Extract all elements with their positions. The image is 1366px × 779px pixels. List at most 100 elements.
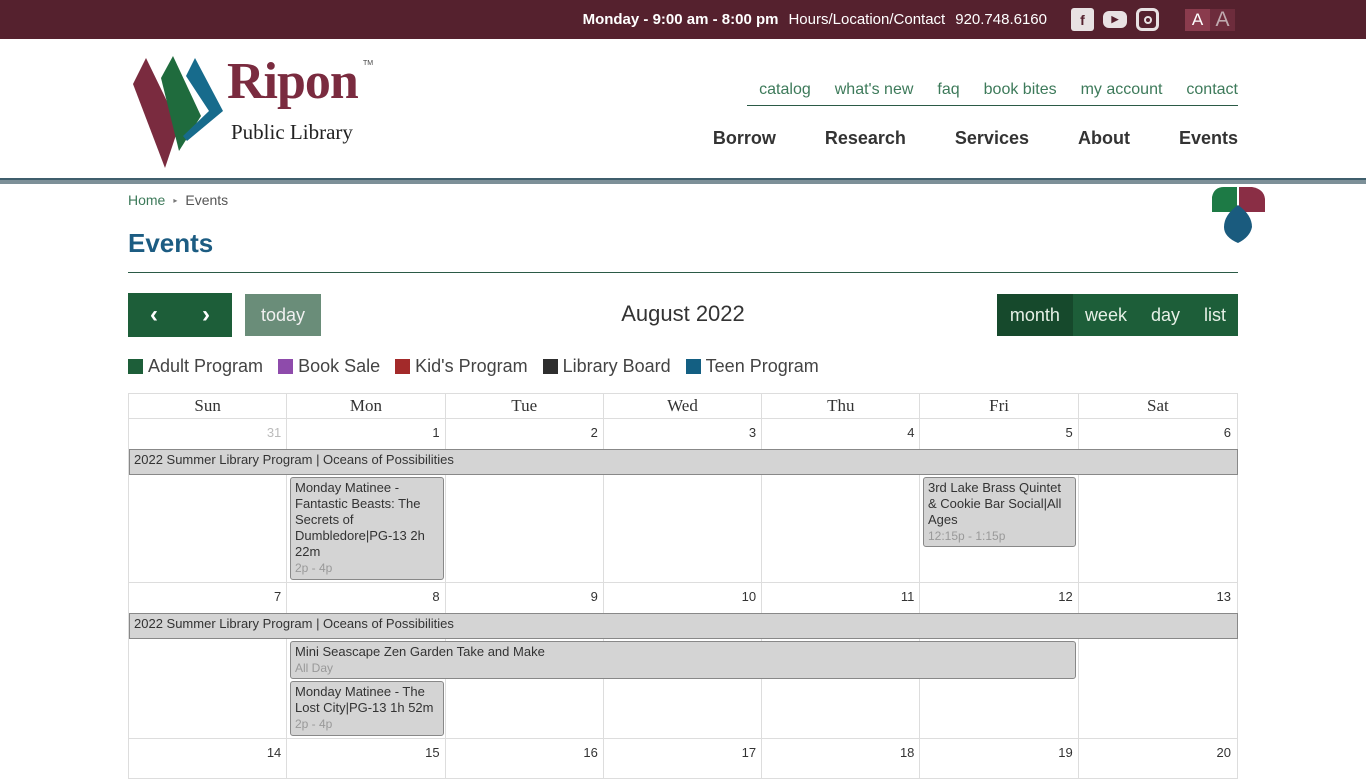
site-header: Ripon TM Public Library catalog what's n… <box>0 39 1366 184</box>
event-monday-matinee[interactable]: Monday Matinee - Fantastic Beasts: The S… <box>290 477 444 580</box>
font-size-small-button[interactable]: A <box>1185 8 1210 31</box>
legend-item: Kid's Program <box>395 356 528 377</box>
utility-nav-faq[interactable]: faq <box>937 81 959 99</box>
legend-swatch-icon <box>542 359 558 374</box>
view-switcher: month week day list <box>996 294 1238 336</box>
legend-label: Teen Program <box>705 356 819 376</box>
utility-nav: catalog what's new faq book bites my acc… <box>747 81 1238 106</box>
main-content: Home ▸ Events Events ‹ › today August 20… <box>0 180 1366 779</box>
day-header: Sun <box>129 394 288 418</box>
event-brass-quintet[interactable]: 3rd Lake Brass Quintet & Cookie Bar Soci… <box>923 477 1076 547</box>
main-nav-services[interactable]: Services <box>955 128 1029 149</box>
hours-today: Monday - 9:00 am - 8:00 pm <box>582 11 779 28</box>
week-row: 7 8 9 10 11 12 13 2022 Summer Library Pr… <box>128 583 1238 739</box>
legend-swatch-icon <box>395 359 411 374</box>
legend-swatch-icon <box>685 359 701 374</box>
day-number[interactable]: 1 <box>287 419 445 449</box>
month-calendar: Sun Mon Tue Wed Thu Fri Sat 31 1 2 3 4 5… <box>128 393 1238 779</box>
day-number[interactable]: 7 <box>129 583 287 613</box>
day-number[interactable]: 6 <box>1079 419 1237 449</box>
event-time: 2p - 4p <box>295 717 333 731</box>
event-title: Mini Seascape Zen Garden Take and Make <box>295 644 545 659</box>
event-summer-library-program[interactable]: 2022 Summer Library Program | Oceans of … <box>129 449 1238 475</box>
event-title: Monday Matinee - Fantastic Beasts: The S… <box>295 480 425 559</box>
day-number[interactable]: 13 <box>1079 583 1237 613</box>
day-number[interactable]: 15 <box>287 739 445 769</box>
legend-label: Kid's Program <box>415 356 528 376</box>
logo-tm: TM <box>363 60 374 67</box>
main-nav-borrow[interactable]: Borrow <box>713 128 776 149</box>
breadcrumb: Home ▸ Events <box>128 180 1238 208</box>
youtube-icon[interactable]: ▶ <box>1103 11 1127 28</box>
main-nav-events[interactable]: Events <box>1179 128 1238 149</box>
event-time: 2p - 4p <box>295 561 333 575</box>
day-number[interactable]: 14 <box>129 739 287 769</box>
view-day-button[interactable]: day <box>1139 294 1192 336</box>
event-time: All Day <box>295 661 334 675</box>
event-title: 3rd Lake Brass Quintet & Cookie Bar Soci… <box>928 480 1062 527</box>
event-title: 2022 Summer Library Program | Oceans of … <box>134 452 454 467</box>
event-summer-library-program[interactable]: 2022 Summer Library Program | Oceans of … <box>129 613 1238 639</box>
utility-nav-catalog[interactable]: catalog <box>759 81 811 99</box>
legend-item: Adult Program <box>128 356 263 377</box>
leaf-decoration-icon <box>1212 187 1265 243</box>
main-nav-about[interactable]: About <box>1078 128 1130 149</box>
breadcrumb-current: Events <box>185 192 229 208</box>
day-number[interactable]: 31 <box>129 419 287 449</box>
calendar-toolbar: ‹ › today August 2022 month week day lis… <box>128 293 1238 337</box>
day-number[interactable]: 18 <box>762 739 920 769</box>
hours-location-contact-link[interactable]: Hours/Location/Contact <box>788 11 945 28</box>
day-number[interactable]: 19 <box>920 739 1078 769</box>
logo-name: Ripon <box>227 53 359 110</box>
top-utility-bar: Monday - 9:00 am - 8:00 pm Hours/Locatio… <box>0 0 1366 39</box>
day-number[interactable]: 9 <box>446 583 604 613</box>
view-week-button[interactable]: week <box>1073 294 1139 336</box>
legend-item: Book Sale <box>278 356 380 377</box>
legend-swatch-icon <box>278 359 294 374</box>
utility-nav-contact[interactable]: contact <box>1186 81 1238 99</box>
books-logo-icon <box>133 56 223 168</box>
main-nav: Borrow Research Services About Events <box>713 128 1238 149</box>
day-header: Wed <box>604 394 763 418</box>
day-header: Tue <box>446 394 604 418</box>
legend-item: Teen Program <box>685 356 819 377</box>
event-zen-garden[interactable]: Mini Seascape Zen Garden Take and Make A… <box>290 641 1076 679</box>
utility-nav-whats-new[interactable]: what's new <box>835 81 914 99</box>
legend-label: Book Sale <box>298 356 381 376</box>
day-header: Mon <box>287 394 446 418</box>
view-month-button[interactable]: month <box>996 294 1073 336</box>
week-row: 14 15 16 17 18 19 20 <box>128 739 1238 779</box>
main-nav-research[interactable]: Research <box>825 128 906 149</box>
font-size-large-button[interactable]: A <box>1210 8 1235 31</box>
utility-nav-my-account[interactable]: my account <box>1081 81 1163 99</box>
legend-label: Adult Program <box>148 356 264 376</box>
event-title: 2022 Summer Library Program | Oceans of … <box>134 616 454 631</box>
view-list-button[interactable]: list <box>1192 294 1238 336</box>
day-number[interactable]: 4 <box>762 419 920 449</box>
day-number[interactable]: 5 <box>920 419 1078 449</box>
day-number[interactable]: 16 <box>446 739 604 769</box>
utility-nav-book-bites[interactable]: book bites <box>984 81 1057 99</box>
day-number[interactable]: 8 <box>287 583 445 613</box>
event-title: Monday Matinee - The Lost City|PG-13 1h … <box>295 684 434 715</box>
instagram-icon[interactable] <box>1136 8 1159 31</box>
category-legend: Adult Program Book Sale Kid's Program Libra… <box>128 356 1238 377</box>
day-number[interactable]: 11 <box>762 583 920 613</box>
breadcrumb-separator-icon: ▸ <box>173 195 178 205</box>
day-number[interactable]: 10 <box>604 583 762 613</box>
day-header-row: Sun Mon Tue Wed Thu Fri Sat <box>128 393 1238 419</box>
event-monday-matinee[interactable]: Monday Matinee - The Lost City|PG-13 1h … <box>290 681 444 736</box>
day-number[interactable]: 3 <box>604 419 762 449</box>
page-title: Events <box>128 228 1238 273</box>
library-logo[interactable]: Ripon TM Public Library <box>131 53 376 171</box>
facebook-icon[interactable]: f <box>1071 8 1094 31</box>
day-number[interactable]: 17 <box>604 739 762 769</box>
day-number[interactable]: 2 <box>446 419 604 449</box>
logo-subtitle: Public Library <box>231 120 353 144</box>
week-row: 31 1 2 3 4 5 6 2022 Summer Library Progr… <box>128 419 1238 583</box>
day-number[interactable]: 12 <box>920 583 1078 613</box>
legend-label: Library Board <box>562 356 671 376</box>
breadcrumb-home[interactable]: Home <box>128 192 165 208</box>
day-number[interactable]: 20 <box>1079 739 1237 769</box>
phone-link[interactable]: 920.748.6160 <box>955 11 1047 28</box>
